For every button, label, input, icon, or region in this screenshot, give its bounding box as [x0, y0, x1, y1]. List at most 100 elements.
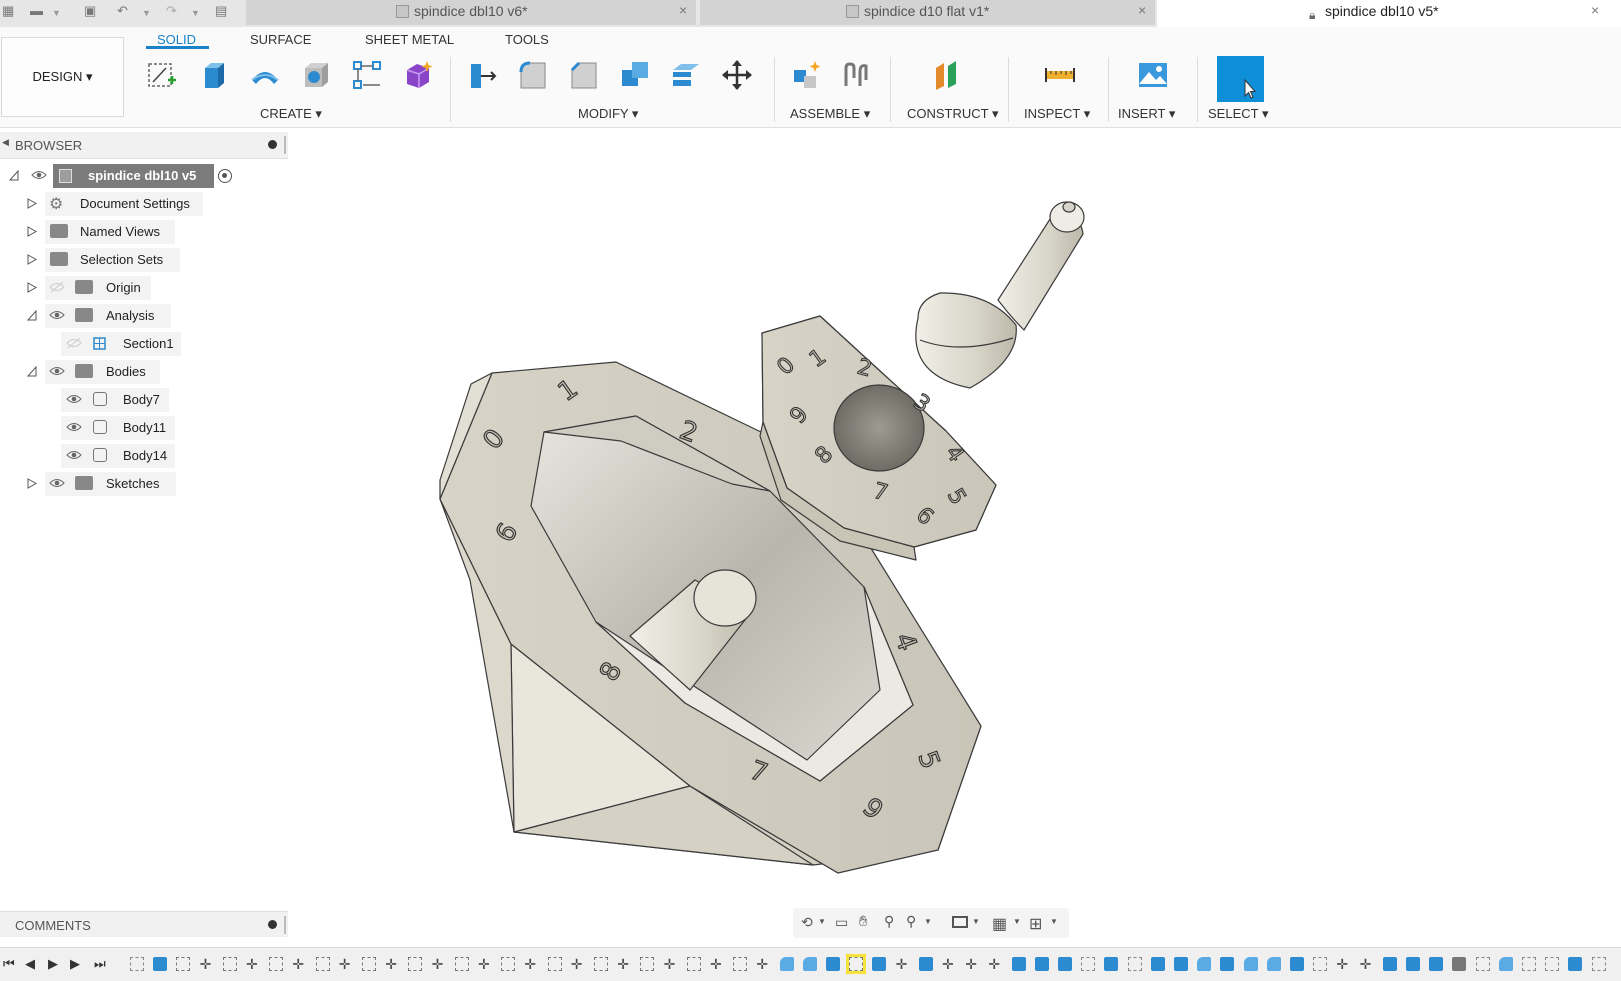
play-icon[interactable]: ▶ [48, 956, 58, 972]
timeline-feature-extrude-icon[interactable] [872, 957, 887, 971]
panel-resize-handle[interactable] [284, 136, 286, 154]
save-icon[interactable]: ▣ [84, 2, 96, 20]
visibility-eye-icon[interactable] [49, 477, 65, 489]
timeline-feature-joint-icon[interactable] [594, 957, 608, 971]
timeline-feature-fillet-icon[interactable] [802, 957, 817, 971]
go-to-end-icon[interactable]: ⏭ [94, 956, 106, 972]
pattern-button[interactable] [350, 58, 384, 92]
timeline-feature-move-icon[interactable]: ✛ [385, 957, 399, 971]
timeline-feature-move-icon[interactable]: ✛ [571, 957, 585, 971]
expanded-triangle-icon[interactable] [9, 170, 19, 181]
redo-dropdown-icon[interactable]: ▼ [191, 4, 200, 22]
timeline-feature-move-icon[interactable]: ✛ [478, 957, 492, 971]
grid-dropdown-icon[interactable]: ▼ [1013, 917, 1021, 926]
browser-item-analysis[interactable]: Analysis [0, 304, 288, 328]
create-sketch-button[interactable] [144, 58, 178, 92]
collapsed-triangle-icon[interactable] [27, 198, 37, 209]
timeline-feature-move-icon[interactable]: ✛ [988, 957, 1002, 971]
timeline-feature-move-icon[interactable]: ✛ [1336, 957, 1350, 971]
close-icon[interactable]: × [1138, 0, 1146, 21]
measure-button[interactable] [1043, 58, 1077, 92]
timeline-feature-sketch-icon[interactable] [1475, 957, 1490, 971]
timeline-feature-move-icon[interactable]: ✛ [524, 957, 538, 971]
canvas-viewport[interactable]: 1 2 0 6 8 7 9 5 4 1 2 0 3 9 4 8 5 7 6 [288, 128, 1621, 910]
undo-icon[interactable]: ↶ [117, 2, 128, 20]
grid-icon[interactable]: ▦ [992, 914, 1007, 934]
orbit-icon[interactable]: ⟲ [801, 914, 813, 931]
timeline-feature-extrude-icon[interactable] [1174, 957, 1188, 971]
timeline-feature-fillet-icon[interactable] [1266, 957, 1281, 971]
file-dropdown-icon[interactable]: ▼ [52, 4, 61, 22]
timeline-feature-fillet-icon[interactable] [779, 957, 794, 971]
timeline-feature-combine-icon[interactable] [1568, 957, 1583, 971]
assemble-menu[interactable]: ASSEMBLE ▾ [790, 106, 870, 122]
visibility-eye-icon[interactable] [66, 449, 82, 461]
document-tab[interactable]: spindice dbl10 v6* × [246, 0, 696, 25]
timeline-feature-extrude-icon[interactable] [1150, 957, 1165, 971]
modify-menu[interactable]: MODIFY ▾ [578, 106, 638, 122]
hidden-eye-icon[interactable] [66, 337, 82, 349]
timeline-feature-move-icon[interactable]: ✛ [246, 957, 260, 971]
timeline-feature-joint-icon[interactable] [640, 957, 655, 971]
timeline-feature-joint-icon[interactable] [501, 957, 516, 971]
timeline-feature-move-icon[interactable]: ✛ [965, 957, 979, 971]
tab-tools[interactable]: TOOLS [505, 32, 549, 47]
timeline-feature-joint-icon[interactable] [846, 954, 867, 974]
plus-circle-icon[interactable] [268, 920, 277, 929]
offset-face-button[interactable] [669, 58, 703, 92]
timeline-feature-extrude-icon[interactable] [1290, 957, 1304, 971]
timeline-feature-joint-icon[interactable] [686, 957, 701, 971]
timeline-feature-fillet-icon[interactable] [1197, 957, 1212, 971]
minus-circle-icon[interactable] [268, 140, 277, 149]
collapsed-triangle-icon[interactable] [27, 254, 37, 265]
timeline-feature-extrude-icon[interactable] [1058, 957, 1072, 971]
collapsed-triangle-icon[interactable] [27, 226, 37, 237]
hidden-eye-icon[interactable] [49, 281, 65, 293]
timeline-feature-extrude-icon[interactable] [1034, 957, 1049, 971]
expanded-triangle-icon[interactable] [27, 310, 37, 321]
timeline-feature-extrude-icon[interactable] [1406, 957, 1420, 971]
step-forward-icon[interactable]: ▶ [70, 956, 80, 972]
pan-hand-icon[interactable]: ✋︎ [859, 913, 868, 930]
timeline-feature-sketch-icon[interactable] [1127, 957, 1142, 971]
fillet-button[interactable] [516, 58, 550, 92]
browser-item-body14[interactable]: Body14 [0, 444, 288, 468]
insert-menu[interactable]: INSERT ▾ [1118, 106, 1175, 122]
timeline-feature-extrude-icon[interactable] [918, 957, 933, 971]
comments-panel-header[interactable]: COMMENTS [0, 911, 288, 937]
timeline-feature-move-icon[interactable]: ✛ [710, 957, 724, 971]
timeline-feature-extrude-icon[interactable] [1382, 957, 1397, 971]
job-status-icon[interactable]: ▤ [215, 2, 227, 20]
redo-icon[interactable]: ↷ [166, 2, 177, 20]
timeline-feature-move-icon[interactable]: ✛ [756, 957, 770, 971]
browser-item-document-settings[interactable]: ⚙ Document Settings [0, 192, 288, 216]
timeline-feature-joint-icon[interactable] [362, 957, 376, 971]
browser-item-bodies[interactable]: Bodies [0, 360, 288, 384]
close-icon[interactable]: × [1591, 0, 1599, 21]
browser-item-selection-sets[interactable]: Selection Sets [0, 248, 288, 272]
timeline-feature-extrude-icon[interactable] [1011, 957, 1026, 971]
combine-button[interactable] [618, 58, 652, 92]
display-dropdown-icon[interactable]: ▼ [972, 917, 980, 926]
browser-item-body7[interactable]: Body7 [0, 388, 288, 412]
timeline-feature-combine-icon[interactable] [1220, 957, 1235, 971]
timeline-feature-move-icon[interactable]: ✛ [200, 957, 214, 971]
timeline-feature-sketch-icon[interactable] [130, 957, 144, 971]
timeline-feature-extrude-icon[interactable] [1104, 957, 1119, 971]
new-component-button[interactable] [790, 58, 824, 92]
timeline-feature-joint-icon[interactable] [733, 957, 748, 971]
timeline-feature-joint-icon[interactable] [315, 957, 330, 971]
browser-item-sketches[interactable]: Sketches [0, 472, 288, 496]
chamfer-button[interactable] [567, 58, 601, 92]
hole-button[interactable] [299, 58, 333, 92]
timeline-feature-joint-icon[interactable] [222, 957, 237, 971]
construct-menu[interactable]: CONSTRUCT ▾ [907, 106, 999, 122]
collapsed-triangle-icon[interactable] [27, 282, 37, 293]
collapsed-triangle-icon[interactable] [27, 478, 37, 489]
timeline-feature-sketch-icon[interactable] [1522, 957, 1536, 971]
tab-sheet-metal[interactable]: SHEET METAL [365, 32, 454, 47]
timeline-feature-extrude-icon[interactable] [153, 957, 168, 971]
panel-resize-handle[interactable] [284, 916, 286, 934]
timeline-feature-joint-icon[interactable] [408, 957, 423, 971]
visibility-eye-icon[interactable] [49, 365, 65, 377]
